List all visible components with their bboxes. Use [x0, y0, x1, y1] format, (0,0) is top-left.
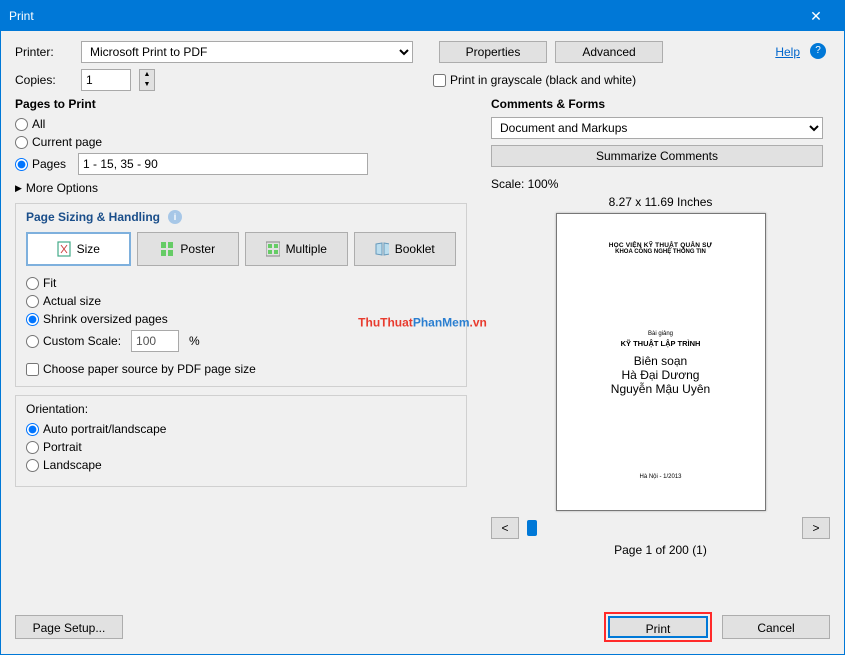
advanced-button[interactable]: Advanced — [555, 41, 663, 63]
pages-to-print-title: Pages to Print — [15, 97, 467, 111]
radio-portrait[interactable]: Portrait — [26, 440, 456, 454]
radio-current[interactable]: Current page — [15, 135, 467, 149]
percent-label: % — [189, 334, 200, 348]
radio-all[interactable]: All — [15, 117, 467, 131]
radio-custom-scale[interactable]: Custom Scale: — [26, 334, 121, 348]
page-counter: Page 1 of 200 (1) — [491, 543, 830, 557]
radio-auto-orient[interactable]: Auto portrait/landscape — [26, 422, 456, 436]
poster-icon — [160, 241, 174, 257]
choose-paper-checkbox[interactable]: Choose paper source by PDF page size — [26, 362, 456, 376]
dimensions-label: 8.27 x 11.69 Inches — [491, 195, 830, 209]
multiple-icon — [266, 241, 280, 257]
close-icon[interactable]: ✕ — [796, 8, 836, 25]
tab-poster[interactable]: Poster — [137, 232, 240, 266]
tab-size[interactable]: Size — [26, 232, 131, 266]
copies-input[interactable] — [81, 69, 131, 91]
copies-spinner[interactable]: ▲▼ — [139, 69, 155, 91]
custom-scale-input — [131, 330, 179, 352]
copies-label: Copies: — [15, 73, 73, 87]
page-setup-button[interactable]: Page Setup... — [15, 615, 123, 639]
prev-page-button[interactable]: < — [491, 517, 519, 539]
radio-actual[interactable]: Actual size — [26, 294, 456, 308]
tab-booklet[interactable]: Booklet — [354, 232, 457, 266]
tab-multiple[interactable]: Multiple — [245, 232, 348, 266]
cancel-button[interactable]: Cancel — [722, 615, 830, 639]
window-title: Print — [9, 9, 796, 23]
radio-pages[interactable]: Pages — [15, 157, 66, 171]
help-link[interactable]: Help — [775, 45, 800, 59]
page-slider[interactable] — [525, 520, 796, 536]
next-page-button[interactable]: > — [802, 517, 830, 539]
info-icon[interactable]: i — [168, 210, 182, 224]
comments-title: Comments & Forms — [491, 97, 830, 111]
more-options-toggle[interactable]: ▶ More Options — [15, 181, 467, 195]
page-preview: HỌC VIỆN KỸ THUẬT QUÂN SỰ KHOA CÔNG NGHỆ… — [556, 213, 766, 511]
radio-landscape[interactable]: Landscape — [26, 458, 456, 472]
chevron-right-icon: ▶ — [15, 183, 22, 194]
properties-button[interactable]: Properties — [439, 41, 547, 63]
size-icon — [57, 241, 71, 257]
pages-input[interactable] — [78, 153, 368, 175]
help-icon[interactable]: ? — [810, 43, 826, 59]
scale-label: Scale: 100% — [491, 177, 830, 191]
radio-shrink[interactable]: Shrink oversized pages — [26, 312, 456, 326]
print-button[interactable]: Print — [608, 616, 708, 638]
titlebar: Print ✕ — [1, 1, 844, 31]
grayscale-checkbox[interactable]: Print in grayscale (black and white) — [433, 73, 636, 87]
sizing-title: Page Sizing & Handling — [26, 210, 160, 224]
booklet-icon — [375, 241, 389, 257]
radio-fit[interactable]: Fit — [26, 276, 456, 290]
orientation-title: Orientation: — [26, 402, 456, 416]
printer-label: Printer: — [15, 45, 73, 59]
printer-select[interactable]: Microsoft Print to PDF — [81, 41, 413, 63]
print-dialog: Print ✕ Help ? Printer: Microsoft Print … — [0, 0, 845, 655]
comments-select[interactable]: Document and Markups — [491, 117, 823, 139]
summarize-comments-button[interactable]: Summarize Comments — [491, 145, 823, 167]
